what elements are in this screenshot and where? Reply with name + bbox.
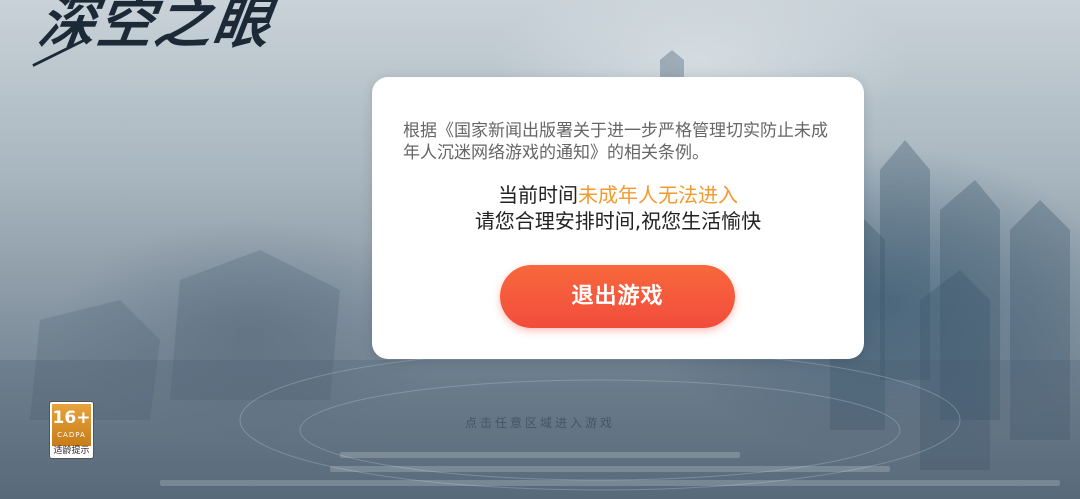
minor-restriction-dialog: 根据《国家新闻出版署关于进一步严格管理切实防止未成年人沉迷网络游戏的通知》的相关…: [372, 77, 864, 359]
regulation-notice: 根据《国家新闻出版署关于进一步严格管理切实防止未成年人沉迷网络游戏的通知》的相关…: [403, 121, 828, 163]
tap-to-enter-hint[interactable]: 点击任意区域进入游戏: [0, 414, 1080, 431]
exit-game-button[interactable]: 退出游戏: [500, 265, 735, 328]
age-rating-tip: 适龄提示: [53, 446, 90, 456]
wellbeing-message: 请您合理安排时间,祝您生活愉快: [474, 209, 762, 233]
game-logo: 深空之眼: [34, 0, 277, 59]
message-prefix: 当前时间: [498, 183, 578, 207]
age-rating-org: CADPA: [57, 431, 86, 439]
message-highlight: 未成年人无法进入: [578, 183, 738, 207]
restriction-message: 当前时间未成年人无法进入: [372, 182, 864, 208]
